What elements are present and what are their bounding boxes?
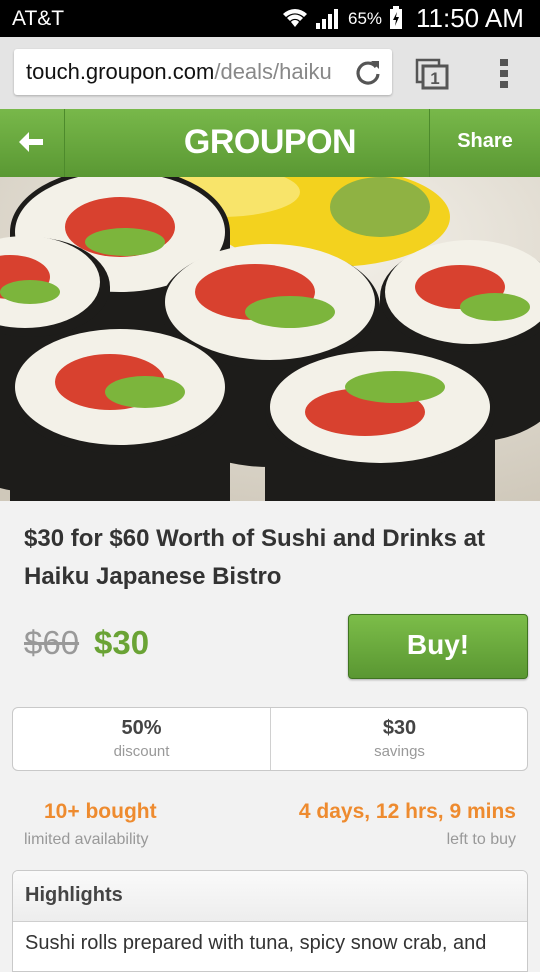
tabs-icon[interactable]: 1 (414, 57, 450, 91)
deal-price: $30 (94, 624, 150, 661)
reload-icon[interactable] (354, 58, 382, 86)
savings-value: $30 (382, 717, 417, 739)
deal-title: $30 for $60 Worth of Sushi and Drinks at… (24, 525, 485, 590)
app-header: GROUPON Share (0, 109, 540, 178)
back-button[interactable] (0, 109, 65, 177)
discount-stat: 50% discount (13, 708, 270, 770)
back-arrow-icon (19, 132, 43, 152)
signal-icon (316, 9, 338, 29)
status-bar: AT&T 65% 11:50 AM (0, 0, 540, 37)
deal-image (0, 177, 540, 501)
discount-value: 50% (121, 717, 162, 739)
carrier-label: AT&T (12, 7, 65, 30)
highlights-text: Sushi rolls prepared with tuna, spicy sn… (25, 932, 487, 954)
bought-count: 10+ bought (44, 800, 157, 823)
highlights-panel: Highlights Sushi rolls prepared with tun… (12, 870, 528, 972)
time-left-label: left to buy (446, 831, 516, 848)
url-host: touch.groupon.com (26, 59, 215, 84)
share-button[interactable]: Share (429, 109, 540, 177)
tab-count: 1 (430, 69, 439, 88)
groupon-logo: GROUPON (183, 123, 357, 161)
time-left: 4 days, 12 hrs, 9 mins (298, 800, 516, 823)
availability-label: limited availability (24, 831, 149, 848)
url-field[interactable]: touch.groupon.com/deals/haiku (14, 49, 392, 95)
wifi-icon (283, 9, 307, 27)
battery-charging-icon (390, 6, 402, 29)
url-text[interactable]: touch.groupon.com/deals/haiku (26, 59, 352, 85)
deal-stats: 50% discount $30 savings (12, 707, 528, 771)
original-price: $60 (24, 624, 80, 661)
discount-label: discount (113, 743, 170, 760)
clock: 11:50 AM (416, 3, 524, 33)
battery-percent: 65% (348, 9, 383, 28)
overflow-menu-icon[interactable] (497, 57, 511, 91)
savings-label: savings (374, 743, 425, 760)
savings-stat: $30 savings (270, 708, 528, 770)
highlights-heading: Highlights (13, 871, 527, 922)
buy-button[interactable]: Buy! (348, 614, 528, 679)
url-path: /deals/haiku (214, 59, 332, 84)
browser-toolbar: touch.groupon.com/deals/haiku 1 (0, 37, 540, 109)
